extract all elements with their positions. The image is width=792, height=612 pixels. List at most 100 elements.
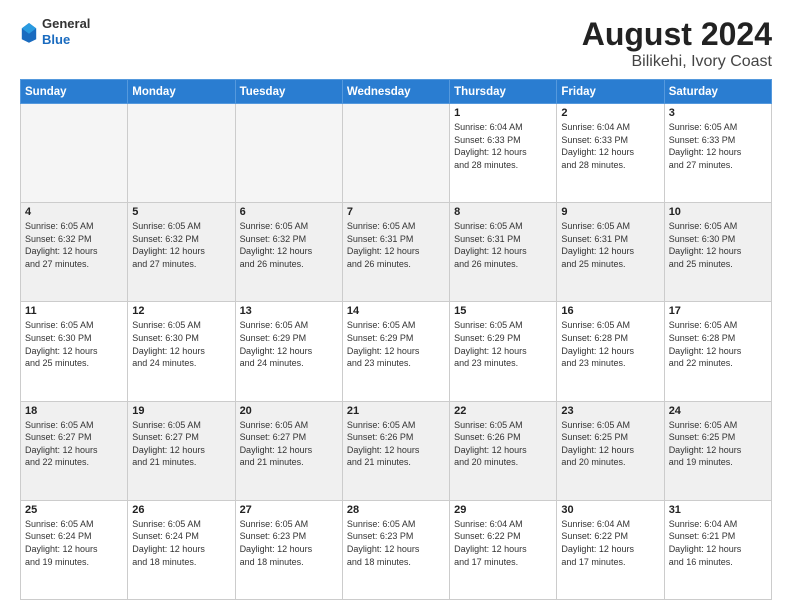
day-info: Sunrise: 6:05 AM Sunset: 6:30 PM Dayligh… [25, 319, 123, 369]
day-number: 30 [561, 504, 659, 516]
day-number: 26 [132, 504, 230, 516]
day-info: Sunrise: 6:05 AM Sunset: 6:25 PM Dayligh… [669, 419, 767, 469]
day-number: 25 [25, 504, 123, 516]
table-row: 7 Sunrise: 6:05 AM Sunset: 6:31 PM Daylig… [342, 203, 449, 302]
day-info: Sunrise: 6:05 AM Sunset: 6:29 PM Dayligh… [347, 319, 445, 369]
header: General Blue August 2024 Bilikehi, Ivory… [20, 16, 772, 71]
day-info: Sunrise: 6:04 AM Sunset: 6:33 PM Dayligh… [561, 121, 659, 171]
day-number: 17 [669, 305, 767, 317]
title-block: August 2024 Bilikehi, Ivory Coast [582, 16, 772, 71]
page: General Blue August 2024 Bilikehi, Ivory… [0, 0, 792, 612]
day-info: Sunrise: 6:05 AM Sunset: 6:26 PM Dayligh… [454, 419, 552, 469]
table-row: 15 Sunrise: 6:05 AM Sunset: 6:29 PM Dayli… [450, 302, 557, 401]
col-friday: Friday [557, 80, 664, 104]
day-number: 16 [561, 305, 659, 317]
table-row: 6Sunrise: 6:05 AM Sunset: 6:32 PM Daylig… [235, 203, 342, 302]
table-row: 24 Sunrise: 6:05 AM Sunset: 6:25 PM Dayli… [664, 401, 771, 500]
table-row: 12Sunrise: 6:05 AM Sunset: 6:30 PM Dayli… [128, 302, 235, 401]
calendar-week-row: 11 Sunrise: 6:05 AM Sunset: 6:30 PM Dayli… [21, 302, 772, 401]
logo-blue: Blue [42, 32, 90, 48]
day-number: 15 [454, 305, 552, 317]
table-row: 3 Sunrise: 6:05 AM Sunset: 6:33 PM Daylig… [664, 104, 771, 203]
day-info: Sunrise: 6:05 AM Sunset: 6:27 PM Dayligh… [132, 419, 230, 469]
table-row: 27 Sunrise: 6:05 AM Sunset: 6:23 PM Dayli… [235, 500, 342, 599]
col-thursday: Thursday [450, 80, 557, 104]
day-number: 18 [25, 405, 123, 417]
page-subtitle: Bilikehi, Ivory Coast [582, 53, 772, 71]
day-info: Sunrise: 6:05 AM Sunset: 6:31 PM Dayligh… [561, 220, 659, 270]
table-row: 11 Sunrise: 6:05 AM Sunset: 6:30 PM Dayli… [21, 302, 128, 401]
day-number: 3 [669, 107, 767, 119]
day-number: 7 [347, 206, 445, 218]
calendar-week-row: 25 Sunrise: 6:05 AM Sunset: 6:24 PM Dayli… [21, 500, 772, 599]
day-info: Sunrise: 6:05 AM Sunset: 6:29 PM Dayligh… [454, 319, 552, 369]
day-number: 13 [240, 305, 338, 317]
table-row: 20Sunrise: 6:05 AM Sunset: 6:27 PM Dayli… [235, 401, 342, 500]
logo: General Blue [20, 16, 90, 47]
day-number: 21 [347, 405, 445, 417]
page-title: August 2024 [582, 16, 772, 53]
day-number: 11 [25, 305, 123, 317]
day-info: Sunrise: 6:05 AM Sunset: 6:25 PM Dayligh… [561, 419, 659, 469]
calendar-week-row: 4Sunrise: 6:05 AM Sunset: 6:32 PM Daylig… [21, 203, 772, 302]
day-info: Sunrise: 6:05 AM Sunset: 6:26 PM Dayligh… [347, 419, 445, 469]
day-info: Sunrise: 6:05 AM Sunset: 6:24 PM Dayligh… [25, 518, 123, 568]
day-info: Sunrise: 6:05 AM Sunset: 6:33 PM Dayligh… [669, 121, 767, 171]
day-number: 14 [347, 305, 445, 317]
table-row: 9 Sunrise: 6:05 AM Sunset: 6:31 PM Daylig… [557, 203, 664, 302]
day-number: 31 [669, 504, 767, 516]
table-row: 17 Sunrise: 6:05 AM Sunset: 6:28 PM Dayli… [664, 302, 771, 401]
table-row: 1 Sunrise: 6:04 AM Sunset: 6:33 PM Daylig… [450, 104, 557, 203]
day-info: Sunrise: 6:05 AM Sunset: 6:31 PM Dayligh… [347, 220, 445, 270]
table-row [21, 104, 128, 203]
table-row: 13 Sunrise: 6:05 AM Sunset: 6:29 PM Dayli… [235, 302, 342, 401]
col-sunday: Sunday [21, 80, 128, 104]
col-wednesday: Wednesday [342, 80, 449, 104]
day-number: 8 [454, 206, 552, 218]
table-row: 2 Sunrise: 6:04 AM Sunset: 6:33 PM Daylig… [557, 104, 664, 203]
table-row: 4Sunrise: 6:05 AM Sunset: 6:32 PM Daylig… [21, 203, 128, 302]
table-row: 26 Sunrise: 6:05 AM Sunset: 6:24 PM Dayli… [128, 500, 235, 599]
day-number: 24 [669, 405, 767, 417]
table-row: 30 Sunrise: 6:04 AM Sunset: 6:22 PM Dayli… [557, 500, 664, 599]
logo-icon [20, 21, 38, 43]
table-row: 10Sunrise: 6:05 AM Sunset: 6:30 PM Dayli… [664, 203, 771, 302]
day-number: 5 [132, 206, 230, 218]
day-number: 27 [240, 504, 338, 516]
day-info: Sunrise: 6:05 AM Sunset: 6:27 PM Dayligh… [240, 419, 338, 469]
day-info: Sunrise: 6:04 AM Sunset: 6:33 PM Dayligh… [454, 121, 552, 171]
day-info: Sunrise: 6:05 AM Sunset: 6:30 PM Dayligh… [132, 319, 230, 369]
day-info: Sunrise: 6:05 AM Sunset: 6:23 PM Dayligh… [240, 518, 338, 568]
day-info: Sunrise: 6:04 AM Sunset: 6:22 PM Dayligh… [561, 518, 659, 568]
day-number: 1 [454, 107, 552, 119]
day-info: Sunrise: 6:05 AM Sunset: 6:32 PM Dayligh… [25, 220, 123, 270]
day-number: 9 [561, 206, 659, 218]
col-tuesday: Tuesday [235, 80, 342, 104]
day-number: 22 [454, 405, 552, 417]
calendar-header-row: Sunday Monday Tuesday Wednesday Thursday… [21, 80, 772, 104]
day-info: Sunrise: 6:05 AM Sunset: 6:32 PM Dayligh… [240, 220, 338, 270]
table-row: 25 Sunrise: 6:05 AM Sunset: 6:24 PM Dayli… [21, 500, 128, 599]
day-info: Sunrise: 6:05 AM Sunset: 6:28 PM Dayligh… [669, 319, 767, 369]
day-info: Sunrise: 6:04 AM Sunset: 6:21 PM Dayligh… [669, 518, 767, 568]
col-saturday: Saturday [664, 80, 771, 104]
table-row: 22 Sunrise: 6:05 AM Sunset: 6:26 PM Dayli… [450, 401, 557, 500]
day-info: Sunrise: 6:05 AM Sunset: 6:27 PM Dayligh… [25, 419, 123, 469]
table-row: 23 Sunrise: 6:05 AM Sunset: 6:25 PM Dayli… [557, 401, 664, 500]
table-row: 29Sunrise: 6:04 AM Sunset: 6:22 PM Dayli… [450, 500, 557, 599]
table-row [235, 104, 342, 203]
day-number: 2 [561, 107, 659, 119]
day-number: 28 [347, 504, 445, 516]
day-number: 19 [132, 405, 230, 417]
day-info: Sunrise: 6:04 AM Sunset: 6:22 PM Dayligh… [454, 518, 552, 568]
table-row: 28Sunrise: 6:05 AM Sunset: 6:23 PM Dayli… [342, 500, 449, 599]
col-monday: Monday [128, 80, 235, 104]
table-row [128, 104, 235, 203]
calendar-week-row: 1 Sunrise: 6:04 AM Sunset: 6:33 PM Daylig… [21, 104, 772, 203]
day-info: Sunrise: 6:05 AM Sunset: 6:29 PM Dayligh… [240, 319, 338, 369]
table-row: 31 Sunrise: 6:04 AM Sunset: 6:21 PM Dayli… [664, 500, 771, 599]
day-info: Sunrise: 6:05 AM Sunset: 6:24 PM Dayligh… [132, 518, 230, 568]
table-row: 5Sunrise: 6:05 AM Sunset: 6:32 PM Daylig… [128, 203, 235, 302]
day-number: 23 [561, 405, 659, 417]
logo-general: General [42, 16, 90, 32]
